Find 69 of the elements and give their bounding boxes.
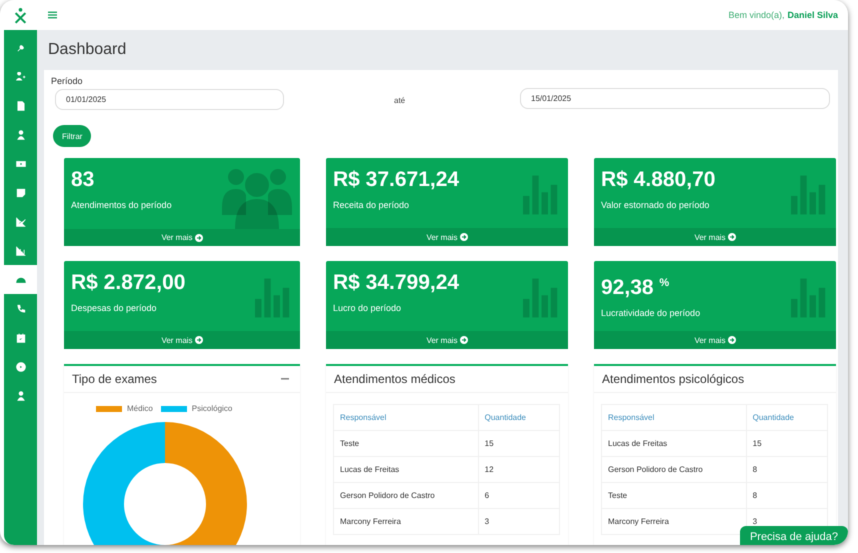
logo-icon (14, 6, 27, 24)
stat-label: Atendimentos do período (71, 200, 172, 210)
table-cell: 15 (746, 430, 828, 456)
table-cell: 6 (478, 482, 560, 508)
stat-label: Lucratividade do período (601, 308, 700, 318)
stat-value: 83 (71, 167, 96, 193)
table-cell: 8 (746, 456, 828, 482)
filter-button[interactable]: Filtrar (53, 125, 92, 147)
legend-label: Médico (127, 404, 153, 413)
start-date-field[interactable]: 01/01/2025 (55, 89, 284, 110)
add-user-icon (16, 72, 26, 82)
stat-value: R$ 4.880,70 (601, 167, 716, 193)
arrow-circle-icon (194, 234, 203, 242)
field-label: Período (51, 76, 84, 86)
stat-label: Valor estornado do período (601, 200, 710, 210)
phone-icon (16, 304, 26, 314)
end-date-field[interactable]: 15/01/2025 (520, 88, 830, 109)
table-cell: 15 (478, 430, 560, 456)
user-icon (16, 390, 26, 400)
user-name[interactable]: Daniel Silva (787, 10, 838, 20)
arrow-circle-icon (460, 336, 468, 344)
table-cell: Teste (602, 482, 746, 508)
column-header: Quantidade (746, 404, 828, 430)
table-cell: Gerson Polidoro de Castro (602, 456, 746, 482)
separator-text: até (394, 96, 406, 105)
table-cell: Lucas de Freitas (602, 430, 746, 456)
menu-icon[interactable] (48, 11, 57, 19)
stat-value: R$ 37.671,24 (333, 167, 460, 193)
banknote-icon (16, 158, 26, 168)
table-cell: Lucas de Freitas (334, 456, 478, 482)
more-link[interactable]: Ver mais (326, 331, 568, 349)
column-header: Responsável (334, 404, 478, 430)
table-cell: Gerson Polidoro de Castro (334, 482, 478, 508)
help-button[interactable]: Precisa de ajuda? (740, 526, 848, 545)
user-icon (16, 130, 26, 140)
column-header: Quantidade (478, 404, 560, 430)
note-icon (16, 188, 26, 198)
table-cell: Marcony Ferreira (334, 508, 478, 534)
table-cell: 12 (478, 456, 560, 482)
card-title: Atendimentos médicos (334, 372, 456, 386)
arrow-circle-icon (728, 233, 736, 241)
document-icon (16, 100, 26, 110)
more-link[interactable]: Ver mais (594, 331, 836, 349)
table-cell: 8 (746, 482, 828, 508)
arrow-circle-icon (728, 336, 736, 344)
stat-value: R$ 34.799,24 (333, 270, 460, 296)
stat-label: Despesas do período (71, 303, 158, 313)
stat-value: 92,38 $^{%}$ (601, 275, 670, 301)
sidebar-item[interactable] (4, 265, 37, 294)
card-title: Atendimentos psicológicos (602, 372, 744, 386)
more-link[interactable]: Ver mais (64, 331, 300, 349)
table-cell: 3 (478, 508, 560, 534)
stat-label: Lucro do período (333, 303, 402, 313)
table-cell: Teste (334, 430, 478, 456)
more-link[interactable]: Ver mais (594, 228, 836, 246)
calendar-icon (16, 332, 26, 342)
more-link[interactable]: Ver mais (326, 228, 568, 246)
column-header: Responsável (602, 404, 746, 430)
people-icon (222, 167, 292, 229)
page-title: Dashboard (48, 41, 126, 59)
welcome-text: Bem vindo(a), (728, 10, 784, 20)
play-icon (16, 362, 26, 372)
arrow-circle-icon (460, 233, 468, 241)
card-title: Tipo de exames (72, 372, 157, 386)
arrow-circle-icon (194, 336, 203, 344)
stat-label: Receita do período (333, 200, 410, 210)
stat-value: R$ 2.872,00 (71, 270, 186, 296)
legend-label: Psicológico (192, 404, 232, 413)
more-link[interactable]: Ver mais (64, 229, 300, 246)
